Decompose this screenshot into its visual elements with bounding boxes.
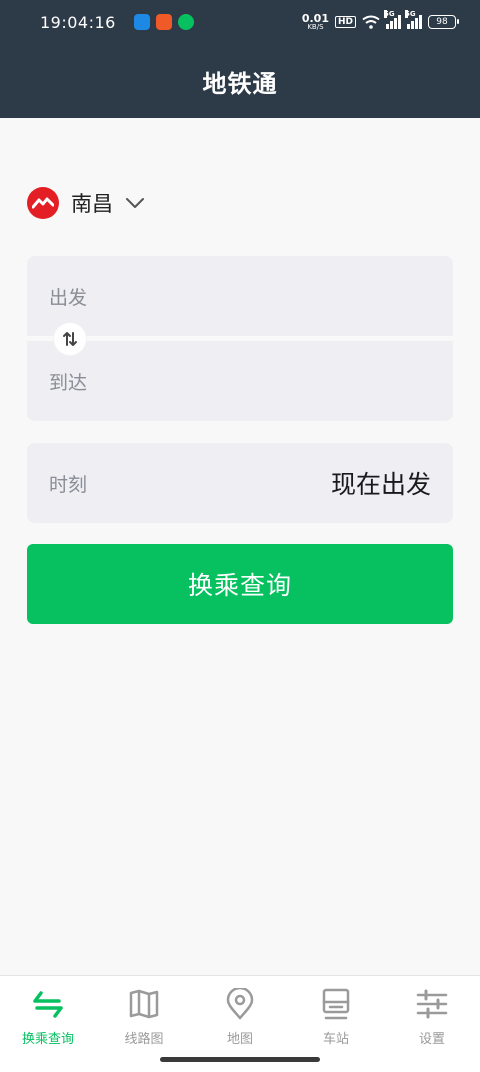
tab-label: 设置 — [418, 1032, 445, 1047]
tab-label: 地图 — [226, 1032, 253, 1047]
time-label: 时刻 — [49, 473, 88, 496]
app-notification-icon — [133, 14, 150, 30]
app-header: 地铁通 — [0, 44, 480, 118]
settings-sliders-icon — [414, 986, 450, 1022]
hd-badge: HD — [334, 16, 356, 28]
tab-label: 线路图 — [124, 1032, 164, 1047]
route-card: 出发 到达 — [27, 256, 453, 421]
battery-icon: 98 — [428, 15, 459, 29]
tab-label: 车站 — [322, 1032, 349, 1047]
from-station-field[interactable]: 出发 — [27, 256, 453, 336]
swap-icon — [63, 332, 77, 346]
tab-settings[interactable]: 设置 — [384, 976, 480, 1055]
tab-line-map[interactable]: 线路图 — [96, 976, 192, 1055]
tab-label: 换乘查询 — [21, 1032, 74, 1047]
metro-logo-icon — [27, 187, 59, 219]
page-title: 地铁通 — [202, 69, 278, 98]
app-notification-icon — [155, 14, 172, 30]
status-time: 19:04:16 — [40, 12, 116, 32]
time-value: 现在出发 — [330, 470, 431, 499]
city-selector[interactable]: 南昌 — [27, 186, 145, 220]
app-notification-icon — [177, 14, 194, 30]
departure-time-row[interactable]: 时刻 现在出发 — [27, 443, 453, 523]
status-app-icons — [133, 14, 194, 30]
location-pin-icon — [222, 986, 258, 1022]
swap-stations-button[interactable] — [54, 323, 86, 355]
station-icon — [318, 986, 354, 1022]
status-bar: 19:04:16 0.01 KB/S HD 5G 5G 98 — [0, 0, 480, 44]
wifi-icon — [362, 15, 380, 29]
tab-station[interactable]: 车站 — [288, 976, 384, 1055]
city-name: 南昌 — [71, 192, 113, 216]
transfer-search-button[interactable]: 换乘查询 — [27, 544, 453, 624]
network-speed: 0.01 KB/S — [301, 12, 329, 31]
cellular-signal-icon: 5G — [405, 10, 422, 29]
bottom-tab-bar: 换乘查询 线路图 地图 车站 设置 — [0, 975, 480, 1055]
cellular-signal-icon: 5G — [384, 10, 401, 29]
chevron-down-icon — [126, 198, 144, 208]
to-station-field[interactable]: 到达 — [27, 341, 453, 421]
transfer-icon — [30, 986, 66, 1022]
tab-transfer[interactable]: 换乘查询 — [0, 976, 96, 1055]
map-folded-icon — [126, 986, 162, 1022]
tab-map[interactable]: 地图 — [192, 976, 288, 1055]
home-indicator[interactable] — [160, 1057, 320, 1062]
